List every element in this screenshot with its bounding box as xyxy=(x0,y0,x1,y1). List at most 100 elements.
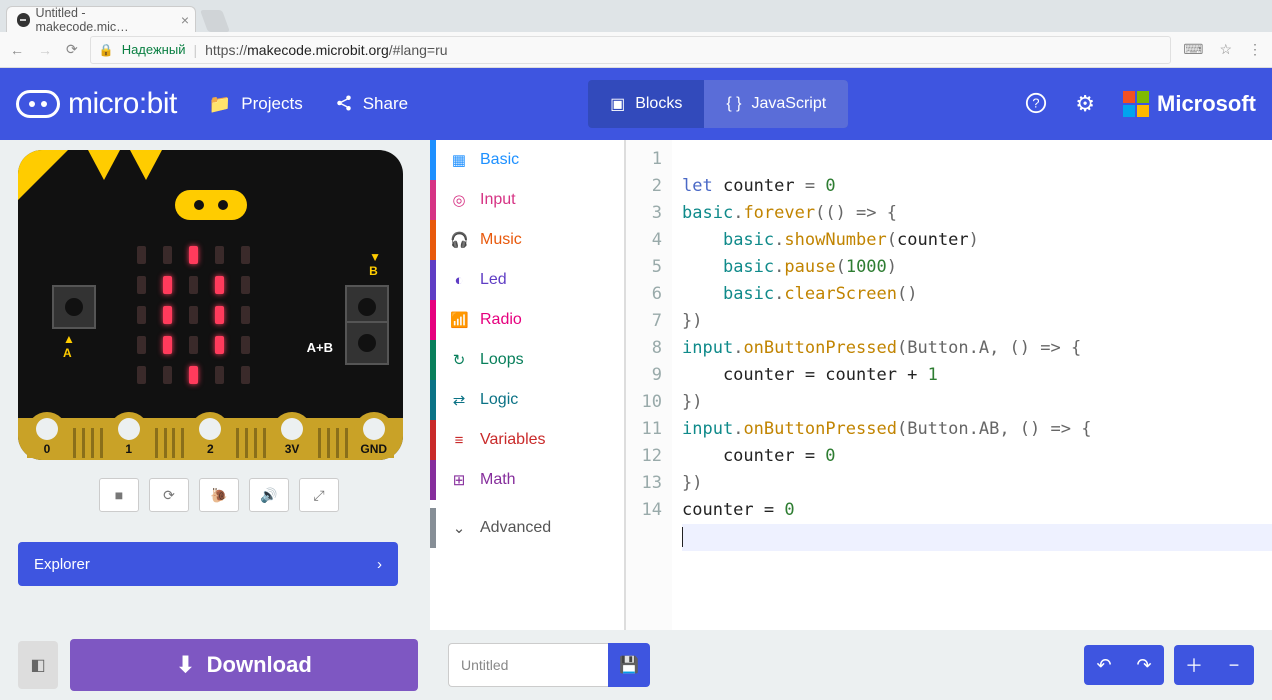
translate-icon[interactable]: ⌨ xyxy=(1183,41,1203,58)
category-music[interactable]: 🎧 Music xyxy=(430,220,624,260)
logo-text: micro:bit xyxy=(68,87,177,121)
category-label: Loops xyxy=(480,351,524,369)
share-button[interactable]: Share xyxy=(335,94,408,115)
new-tab-button[interactable] xyxy=(200,10,230,32)
menu-icon[interactable]: ⋮ xyxy=(1248,41,1262,58)
category-math[interactable]: ⊞Math xyxy=(430,460,624,500)
category-label: Radio xyxy=(480,311,522,329)
download-icon: ⬇ xyxy=(176,652,194,678)
line-gutter: 1234567891011121314 xyxy=(626,140,672,630)
code-content[interactable]: let counter = 0 basic.forever(() => { ba… xyxy=(672,140,1272,630)
category-logic[interactable]: ⇄Logic xyxy=(430,380,624,420)
category-label: Input xyxy=(480,191,516,209)
stop-button[interactable]: ■ xyxy=(99,478,139,512)
zoom-group: ＋ − xyxy=(1174,645,1254,685)
main-area: A B A+B 0 1 2 3V GND xyxy=(0,140,1272,630)
toggle-icon: ◐ xyxy=(450,272,468,289)
microsoft-logo[interactable]: Microsoft xyxy=(1123,91,1256,117)
loop-icon: ↻ xyxy=(450,351,468,369)
chevron-right-icon: › xyxy=(377,556,382,573)
label-b: B xyxy=(369,250,381,278)
simulator-controls: ■ ⟳ 🐌 🔊 ⤢ xyxy=(18,478,420,512)
fullscreen-button[interactable]: ⤢ xyxy=(299,478,339,512)
blocks-label: Blocks xyxy=(635,95,682,113)
category-label: Variables xyxy=(480,431,546,449)
category-basic[interactable]: ▦Basic xyxy=(430,140,624,180)
mute-button[interactable]: 🔊 xyxy=(249,478,289,512)
list-icon: ≡ xyxy=(450,432,468,449)
reload-icon[interactable]: ⟳ xyxy=(66,41,78,58)
javascript-label: JavaScript xyxy=(751,95,826,113)
restart-button[interactable]: ⟳ xyxy=(149,478,189,512)
back-icon[interactable]: ← xyxy=(10,42,24,58)
close-icon[interactable]: × xyxy=(181,12,189,28)
usb-connector-icon xyxy=(175,190,247,220)
category-label: Logic xyxy=(480,391,518,409)
category-label: Advanced xyxy=(480,519,551,537)
category-loops[interactable]: ↻ Loops xyxy=(430,340,624,380)
bookmark-icon[interactable]: ☆ xyxy=(1219,41,1232,58)
save-button[interactable]: 💾 xyxy=(608,643,650,687)
project-name-box: 💾 xyxy=(448,643,650,687)
zoom-in-button[interactable]: ＋ xyxy=(1174,645,1214,685)
collapse-sim-button[interactable]: ◧ xyxy=(18,641,58,689)
pin-1[interactable]: 1 xyxy=(109,412,149,458)
undo-button[interactable]: ↶ xyxy=(1084,645,1124,685)
share-label: Share xyxy=(363,94,408,114)
download-button[interactable]: ⬇ Download xyxy=(70,639,418,691)
explorer-label: Explorer xyxy=(34,556,90,573)
calculator-icon: ⊞ xyxy=(450,471,468,489)
project-name-input[interactable] xyxy=(448,643,608,687)
label-a: A xyxy=(63,332,75,360)
edge-connector: 0 1 2 3V GND xyxy=(18,410,403,460)
javascript-tab[interactable]: { } JavaScript xyxy=(704,80,848,128)
simulator-panel: A B A+B 0 1 2 3V GND xyxy=(0,140,430,630)
category-advanced[interactable]: ⌄ Advanced xyxy=(430,508,624,548)
category-led[interactable]: ◐ Led xyxy=(430,260,624,300)
share-icon xyxy=(335,94,353,115)
category-label: Music xyxy=(480,231,522,249)
projects-button[interactable]: 📁 Projects xyxy=(209,94,303,115)
category-radio[interactable]: 📶Radio xyxy=(430,300,624,340)
category-input[interactable]: ◎ Input xyxy=(430,180,624,220)
category-variables[interactable]: ≡ Variables xyxy=(430,420,624,460)
editor-mode-toggle: ▣ Blocks { } JavaScript xyxy=(588,80,848,128)
redo-button[interactable]: ↷ xyxy=(1124,645,1164,685)
help-icon[interactable]: ? xyxy=(1025,91,1047,117)
undo-redo-group: ↶ ↷ xyxy=(1084,645,1164,685)
target-icon: ◎ xyxy=(450,191,468,209)
button-a[interactable] xyxy=(52,285,96,329)
pin-2[interactable]: 2 xyxy=(190,412,230,458)
label-ab: A+B xyxy=(307,340,333,355)
blocks-icon: ▣ xyxy=(610,94,625,114)
projects-label: Projects xyxy=(241,94,302,114)
grid-icon: ▦ xyxy=(450,151,468,169)
tab-title: Untitled - makecode.mic… xyxy=(36,6,167,34)
headphones-icon: 🎧 xyxy=(450,231,468,249)
code-icon: { } xyxy=(726,95,741,113)
chevron-down-icon: ⌄ xyxy=(450,519,468,537)
url-text: https://makecode.microbit.org/#lang=ru xyxy=(205,42,447,58)
snail-button[interactable]: 🐌 xyxy=(199,478,239,512)
download-label: Download xyxy=(207,652,312,678)
microbit-simulator[interactable]: A B A+B 0 1 2 3V GND xyxy=(18,150,403,460)
category-sidebar: ▦Basic ◎Input 🎧Music ◐Led 📶Radio ↻Loops … xyxy=(430,140,625,630)
button-ab[interactable] xyxy=(345,321,389,365)
category-label: Led xyxy=(480,271,507,289)
folder-icon: 📁 xyxy=(209,94,231,115)
explorer-button[interactable]: Explorer › xyxy=(18,542,398,586)
pin-3v[interactable]: 3V xyxy=(272,412,312,458)
settings-icon[interactable]: ⚙ xyxy=(1075,91,1095,117)
code-editor[interactable]: 1234567891011121314 let counter = 0 basi… xyxy=(625,140,1272,630)
lock-icon: 🔒 xyxy=(99,43,114,57)
forward-icon[interactable]: → xyxy=(38,42,52,58)
microbit-logo[interactable]: micro:bit xyxy=(16,87,177,121)
pin-0[interactable]: 0 xyxy=(27,412,67,458)
favicon-icon xyxy=(17,13,30,27)
url-input[interactable]: 🔒 Надежный | https://makecode.microbit.o… xyxy=(90,36,1171,64)
zoom-out-button[interactable]: − xyxy=(1214,645,1254,685)
bottom-bar: ◧ ⬇ Download 💾 ↶ ↷ ＋ − xyxy=(0,630,1272,700)
browser-tab[interactable]: Untitled - makecode.mic… × xyxy=(6,6,196,32)
blocks-tab[interactable]: ▣ Blocks xyxy=(588,80,704,128)
pin-gnd[interactable]: GND xyxy=(354,412,394,458)
